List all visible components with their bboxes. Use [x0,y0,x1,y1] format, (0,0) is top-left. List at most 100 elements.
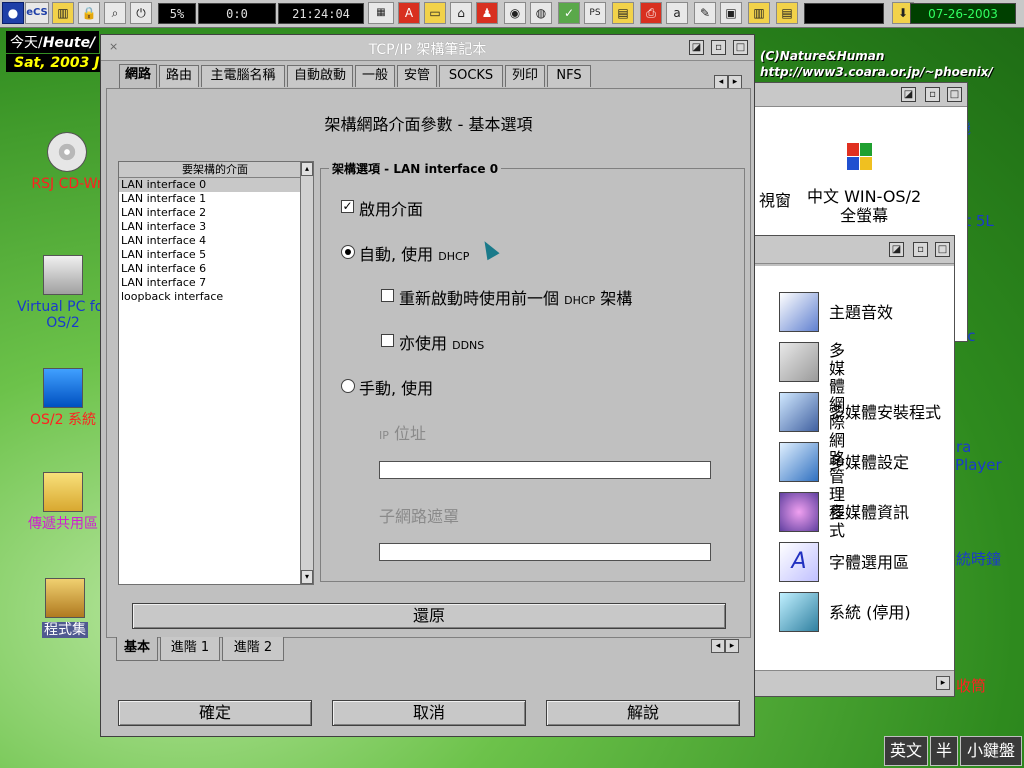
tab-hostnames[interactable]: 主電腦名稱 [201,65,285,87]
hide-button[interactable]: ◪ [689,40,704,55]
postscript-icon[interactable]: PS [584,2,606,24]
help-button[interactable]: 解說 [546,700,740,726]
tab-autostart[interactable]: 自動啟動 [287,65,353,87]
folder-item-windows[interactable]: 視窗 [759,187,791,211]
interface-list-item[interactable]: LAN interface 3 [119,220,311,234]
multimedia-setup-icon [779,442,819,482]
search-icon[interactable]: ⌕ [104,2,126,24]
ip-address-label: IP 位址 [379,420,426,444]
ecs-logo-icon[interactable]: ● [2,2,24,24]
tab-advanced-2[interactable]: 進階 2 [222,637,284,661]
interface-list-item[interactable]: LAN interface 7 [119,276,311,290]
desktop-clock-line2: Sat, 2003 J [6,54,108,72]
item-label: 字體選用區 [829,553,910,572]
auto-dhcp-radio[interactable] [341,245,355,259]
folder-icon[interactable]: ▭ [424,2,446,24]
lock-icon[interactable]: 🔒 [78,2,100,24]
books-icon[interactable]: ▥ [52,2,74,24]
folder-item-winos2-fullscreen[interactable]: 中文 WIN-OS/2 全螢幕 [807,187,921,225]
desktop-fragment-label: ra [956,438,972,456]
title-bar[interactable]: ◪ ▫ □ [751,236,954,264]
ime-language-toggle[interactable]: 英文 [884,736,928,766]
enable-interface-checkbox[interactable]: ✓ [341,200,354,213]
ime-keypad-toggle[interactable]: 小鍵盤 [960,736,1022,766]
maximize-button[interactable]: □ [733,40,748,55]
item-label: 系統 (停用) [829,603,911,622]
minor-tab-scroll-right-icon[interactable]: ▸ [725,639,739,653]
background-window-multimedia[interactable]: ◪ ▫ □ 主題音效 多媒體 網際網路管理程式 多媒體安裝程式 多媒體設定 多媒… [750,235,955,697]
tab-security[interactable]: 安管 [397,65,437,87]
manual-radio[interactable] [341,379,355,393]
tab-print[interactable]: 列印 [505,65,545,87]
restore-button[interactable]: ▫ [925,87,940,102]
notes-icon[interactable]: ▤ [612,2,634,24]
scroll-up-arrow-icon[interactable]: ▴ [301,162,313,176]
clock-display: 21:24:04 [278,3,364,24]
font-icon[interactable]: a [666,2,688,24]
tab-basic[interactable]: 基本 [116,637,158,661]
title-bar[interactable]: ⨯ TCP/IP 架構筆記本 ◪ ▫ □ [101,35,754,61]
eye-icon[interactable]: ◉ [504,2,526,24]
restore-button[interactable]: ▫ [711,40,726,55]
ddns-checkbox[interactable] [381,334,394,347]
interface-list-item[interactable]: LAN interface 6 [119,262,311,276]
documents-icon[interactable]: ▥ [748,2,770,24]
system-monitor-icon [779,592,819,632]
tab-socks[interactable]: SOCKS [439,65,503,87]
maximize-button[interactable]: □ [947,87,962,102]
tab-advanced-1[interactable]: 進階 1 [160,637,220,661]
pdf-icon[interactable]: ⎙ [640,2,662,24]
windows-logo-icon [847,143,873,173]
minor-tab-scroll-left-icon[interactable]: ◂ [711,639,725,653]
tab-routing[interactable]: 路由 [159,65,199,87]
people-icon[interactable]: ♟ [476,2,498,24]
tcpip-config-notebook-window[interactable]: ⨯ TCP/IP 架構筆記本 ◪ ▫ □ 網路 路由 主電腦名稱 自動啟動 一般… [100,34,755,737]
globe-icon[interactable]: ◍ [530,2,552,24]
interface-list-item[interactable]: LAN interface 2 [119,206,311,220]
page-heading: 架構網路介面參數 - 基本選項 [324,115,533,134]
tab-nfs[interactable]: NFS [547,65,591,87]
pen-icon[interactable]: ✎ [694,2,716,24]
tab-scroll-right-icon[interactable]: ▸ [728,75,742,89]
acrobat-icon[interactable]: A [398,2,420,24]
ok-button[interactable]: 確定 [118,700,312,726]
calendar-icon[interactable]: ▣ [720,2,742,24]
tab-general[interactable]: 一般 [355,65,395,87]
desktop-clock-line1: 今天/Heute/ [6,31,100,53]
counter-display: 0:0 [198,3,276,24]
cancel-button[interactable]: 取消 [332,700,526,726]
ddns-label-b: DDNS [452,339,485,352]
hide-button[interactable]: ◪ [889,242,904,257]
interface-list-scrollbar[interactable]: ▴ ▾ [300,161,314,585]
subnet-mask-input[interactable] [379,543,711,561]
house-icon[interactable]: ⌂ [450,2,472,24]
clipboard-icon[interactable]: ▤ [776,2,798,24]
scroll-right-arrow-icon[interactable]: ▸ [936,676,950,690]
interface-list-item[interactable]: loopback interface [119,290,311,304]
checklist-icon[interactable]: ✓ [558,2,580,24]
keyboard-icon[interactable]: ▦ [368,2,394,24]
ecs-menu-button[interactable]: eCS [25,2,49,24]
ip-address-input[interactable] [379,461,711,479]
auto-label-text: 自動, 使用 [359,245,434,264]
maximize-button[interactable]: □ [935,242,950,257]
horizontal-scrollbar[interactable]: ▸ [751,670,954,696]
hide-button[interactable]: ◪ [901,87,916,102]
interface-list-item[interactable]: LAN interface 5 [119,248,311,262]
power-icon[interactable]: ⏻ [130,2,152,24]
interface-listbox[interactable]: 要架構的介面 LAN interface 0 LAN interface 1 L… [118,161,312,585]
reuse-dhcp-checkbox[interactable] [381,289,394,302]
programs-folder-icon [45,578,85,618]
ime-width-toggle[interactable]: 半 [930,736,958,766]
interface-list-item[interactable]: LAN interface 4 [119,234,311,248]
interface-list-item[interactable]: LAN interface 1 [119,192,311,206]
scroll-down-arrow-icon[interactable]: ▾ [301,570,313,584]
title-bar[interactable]: ◪ ▫ □ [751,83,967,107]
restore-defaults-button[interactable]: 還原 [132,603,726,629]
notebook-page-basic: 架構網路介面參數 - 基本選項 要架構的介面 LAN interface 0 L… [106,88,751,638]
interface-list-item[interactable]: LAN interface 0 [119,178,311,192]
restore-button[interactable]: ▫ [913,242,928,257]
tab-scroll-left-icon[interactable]: ◂ [714,75,728,89]
item-label-line1: 中文 WIN-OS/2 [807,187,922,206]
tab-network[interactable]: 網路 [119,64,157,88]
